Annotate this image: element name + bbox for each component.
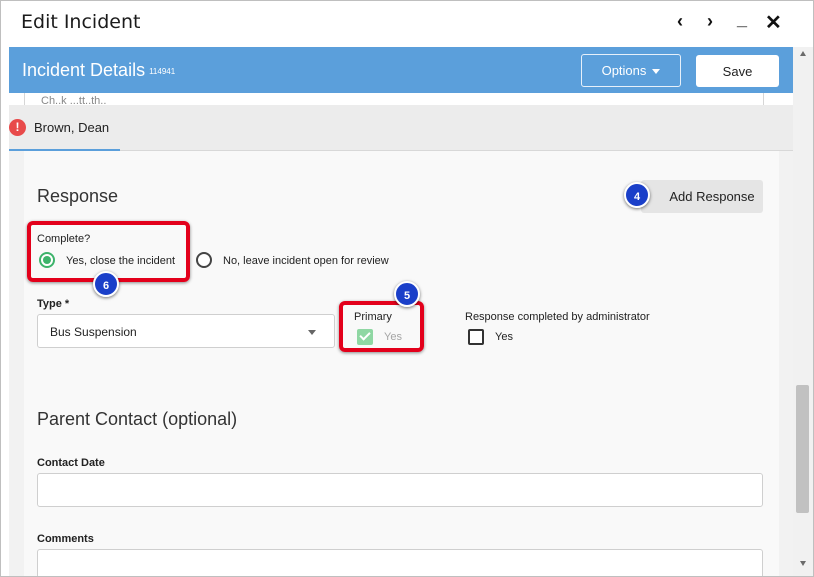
radio-no-leave-open[interactable] bbox=[196, 252, 212, 268]
chevron-down-icon bbox=[308, 330, 316, 335]
comments-input[interactable] bbox=[37, 549, 763, 576]
response-form-card: Response Add Response 4 Complete? Yes, c… bbox=[24, 151, 779, 576]
incident-id: 114941 bbox=[149, 66, 176, 76]
primary-highlight-box bbox=[339, 301, 424, 352]
header-title: Incident Details 114941 bbox=[22, 60, 175, 81]
contact-date-label: Contact Date bbox=[37, 457, 105, 469]
card-peek-text: Ch..k ...tt..th.. bbox=[41, 95, 107, 105]
admin-completed-checkbox[interactable] bbox=[468, 329, 484, 345]
scroll-up-icon[interactable] bbox=[800, 51, 806, 56]
tab-student-brown-dean[interactable]: ! Brown, Dean bbox=[9, 105, 120, 151]
type-label: Type * bbox=[37, 298, 70, 310]
callout-badge-4: 4 bbox=[624, 182, 650, 208]
incident-details-header: Incident Details 114941 Options Save bbox=[9, 47, 793, 93]
options-button[interactable]: Options bbox=[581, 54, 681, 87]
alert-icon: ! bbox=[9, 119, 26, 136]
header-title-text: Incident Details bbox=[22, 60, 146, 80]
parent-contact-section-title: Parent Contact (optional) bbox=[37, 409, 238, 429]
previous-card-peek: Ch..k ...tt..th.. bbox=[24, 93, 764, 105]
content-area: Response Add Response 4 Complete? Yes, c… bbox=[9, 151, 793, 576]
type-select[interactable]: Bus Suspension bbox=[37, 314, 335, 348]
vertical-scrollbar[interactable] bbox=[793, 47, 813, 576]
admin-completed-label: Response completed by administrator bbox=[465, 311, 650, 323]
scroll-down-icon[interactable] bbox=[800, 561, 806, 566]
add-response-button[interactable]: Add Response bbox=[641, 180, 763, 213]
response-section-title: Response bbox=[37, 186, 119, 206]
type-select-value: Bus Suspension bbox=[50, 325, 137, 339]
contact-date-input[interactable] bbox=[37, 473, 763, 507]
window-title: Edit Incident bbox=[21, 11, 141, 33]
tab-label: Brown, Dean bbox=[34, 120, 110, 135]
title-bar: Edit Incident ‹ › _ ✕ bbox=[1, 1, 813, 47]
options-label: Options bbox=[601, 63, 647, 78]
student-tab-bar: ! Brown, Dean bbox=[9, 105, 793, 151]
edit-incident-window: Edit Incident ‹ › _ ✕ Incident Details 11… bbox=[0, 0, 814, 577]
close-icon[interactable]: ✕ bbox=[765, 10, 782, 35]
next-icon[interactable]: › bbox=[707, 11, 713, 32]
save-button[interactable]: Save bbox=[696, 55, 779, 87]
scrollbar-thumb[interactable] bbox=[796, 385, 809, 513]
callout-badge-5: 5 bbox=[394, 281, 420, 307]
minimize-icon[interactable]: _ bbox=[737, 9, 747, 30]
radio-no-label: No, leave incident open for review bbox=[223, 255, 389, 267]
previous-icon[interactable]: ‹ bbox=[677, 11, 683, 32]
callout-badge-6: 6 bbox=[93, 271, 119, 297]
chevron-down-icon bbox=[652, 69, 661, 75]
admin-option-label: Yes bbox=[495, 331, 513, 343]
comments-label: Comments bbox=[37, 533, 94, 545]
